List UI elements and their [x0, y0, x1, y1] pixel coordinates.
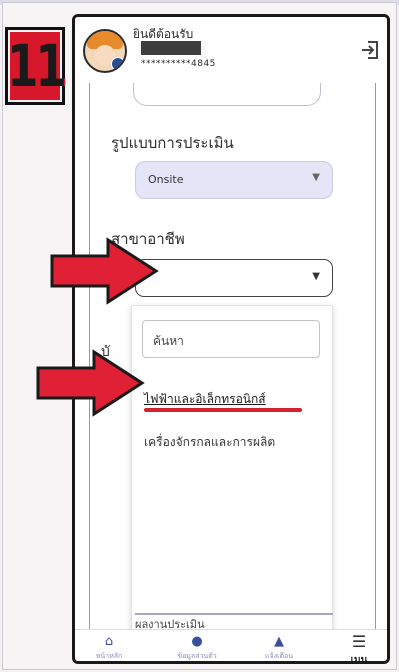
dropdown-option-electrical[interactable]: ไฟฟ้าและอิเล็กทรอนิกส์ [144, 390, 266, 409]
previous-field-edge [133, 83, 321, 106]
chevron-down-icon: ▼ [312, 172, 320, 183]
pointer-arrow-to-select [50, 237, 159, 305]
nav-home-label: หน้าหลัก [95, 652, 123, 660]
nav-profile-label: ข้อมูลส่วนตัว [177, 652, 217, 660]
menu-icon: ☰ [351, 632, 367, 651]
nav-menu-label: เมนู [350, 655, 368, 664]
masked-phone: **********4845 [141, 59, 216, 69]
logout-icon[interactable] [359, 39, 381, 61]
occupation-dropdown-menu: ค้นหา ไฟฟ้าและอิเล็กทรอนิกส์ เครื่องจักร… [131, 305, 333, 629]
nav-home[interactable]: ⌂ หน้าหลัก [79, 630, 139, 661]
next-field-peek: ผลงานประเมิน [135, 613, 333, 629]
highlight-underline [144, 408, 302, 412]
masked-username [141, 41, 201, 55]
nav-profile[interactable]: ● ข้อมูลส่วนตัว [167, 630, 227, 661]
pointer-arrow-to-option [36, 349, 145, 417]
step-number-badge: 11 [5, 27, 66, 105]
assessment-type-value: Onsite [148, 173, 184, 186]
assessment-type-select[interactable]: Onsite ▼ [135, 161, 333, 199]
dropdown-option-machinery[interactable]: เครื่องจักรกลและการผลิต [144, 432, 294, 452]
nav-menu[interactable]: ☰ เมนู [329, 630, 387, 664]
chevron-down-icon: ▼ [312, 271, 320, 282]
assessment-type-label: รูปแบบการประเมิน [111, 134, 234, 152]
occupation-select[interactable]: ▼ [135, 259, 333, 297]
home-icon: ⌂ [104, 634, 114, 649]
bell-icon: ▲ [274, 634, 284, 649]
user-icon: ● [191, 634, 203, 649]
search-placeholder: ค้นหา [153, 334, 184, 348]
bottom-navigation: ⌂ หน้าหลัก ● ข้อมูลส่วนตัว ▲ แจ้งเตือน ☰… [75, 629, 387, 664]
avatar-badge-icon [111, 57, 125, 71]
nav-notifications[interactable]: ▲ แจ้งเตือน [249, 630, 309, 661]
avatar[interactable] [83, 29, 127, 73]
nav-notifications-label: แจ้งเตือน [265, 652, 293, 660]
phone-screen: ยินดีต้อนรับ **********4845 รูปแบบการประ… [72, 14, 390, 664]
dropdown-search-input[interactable]: ค้นหา [142, 320, 320, 358]
app-header: ยินดีต้อนรับ **********4845 [75, 17, 387, 83]
